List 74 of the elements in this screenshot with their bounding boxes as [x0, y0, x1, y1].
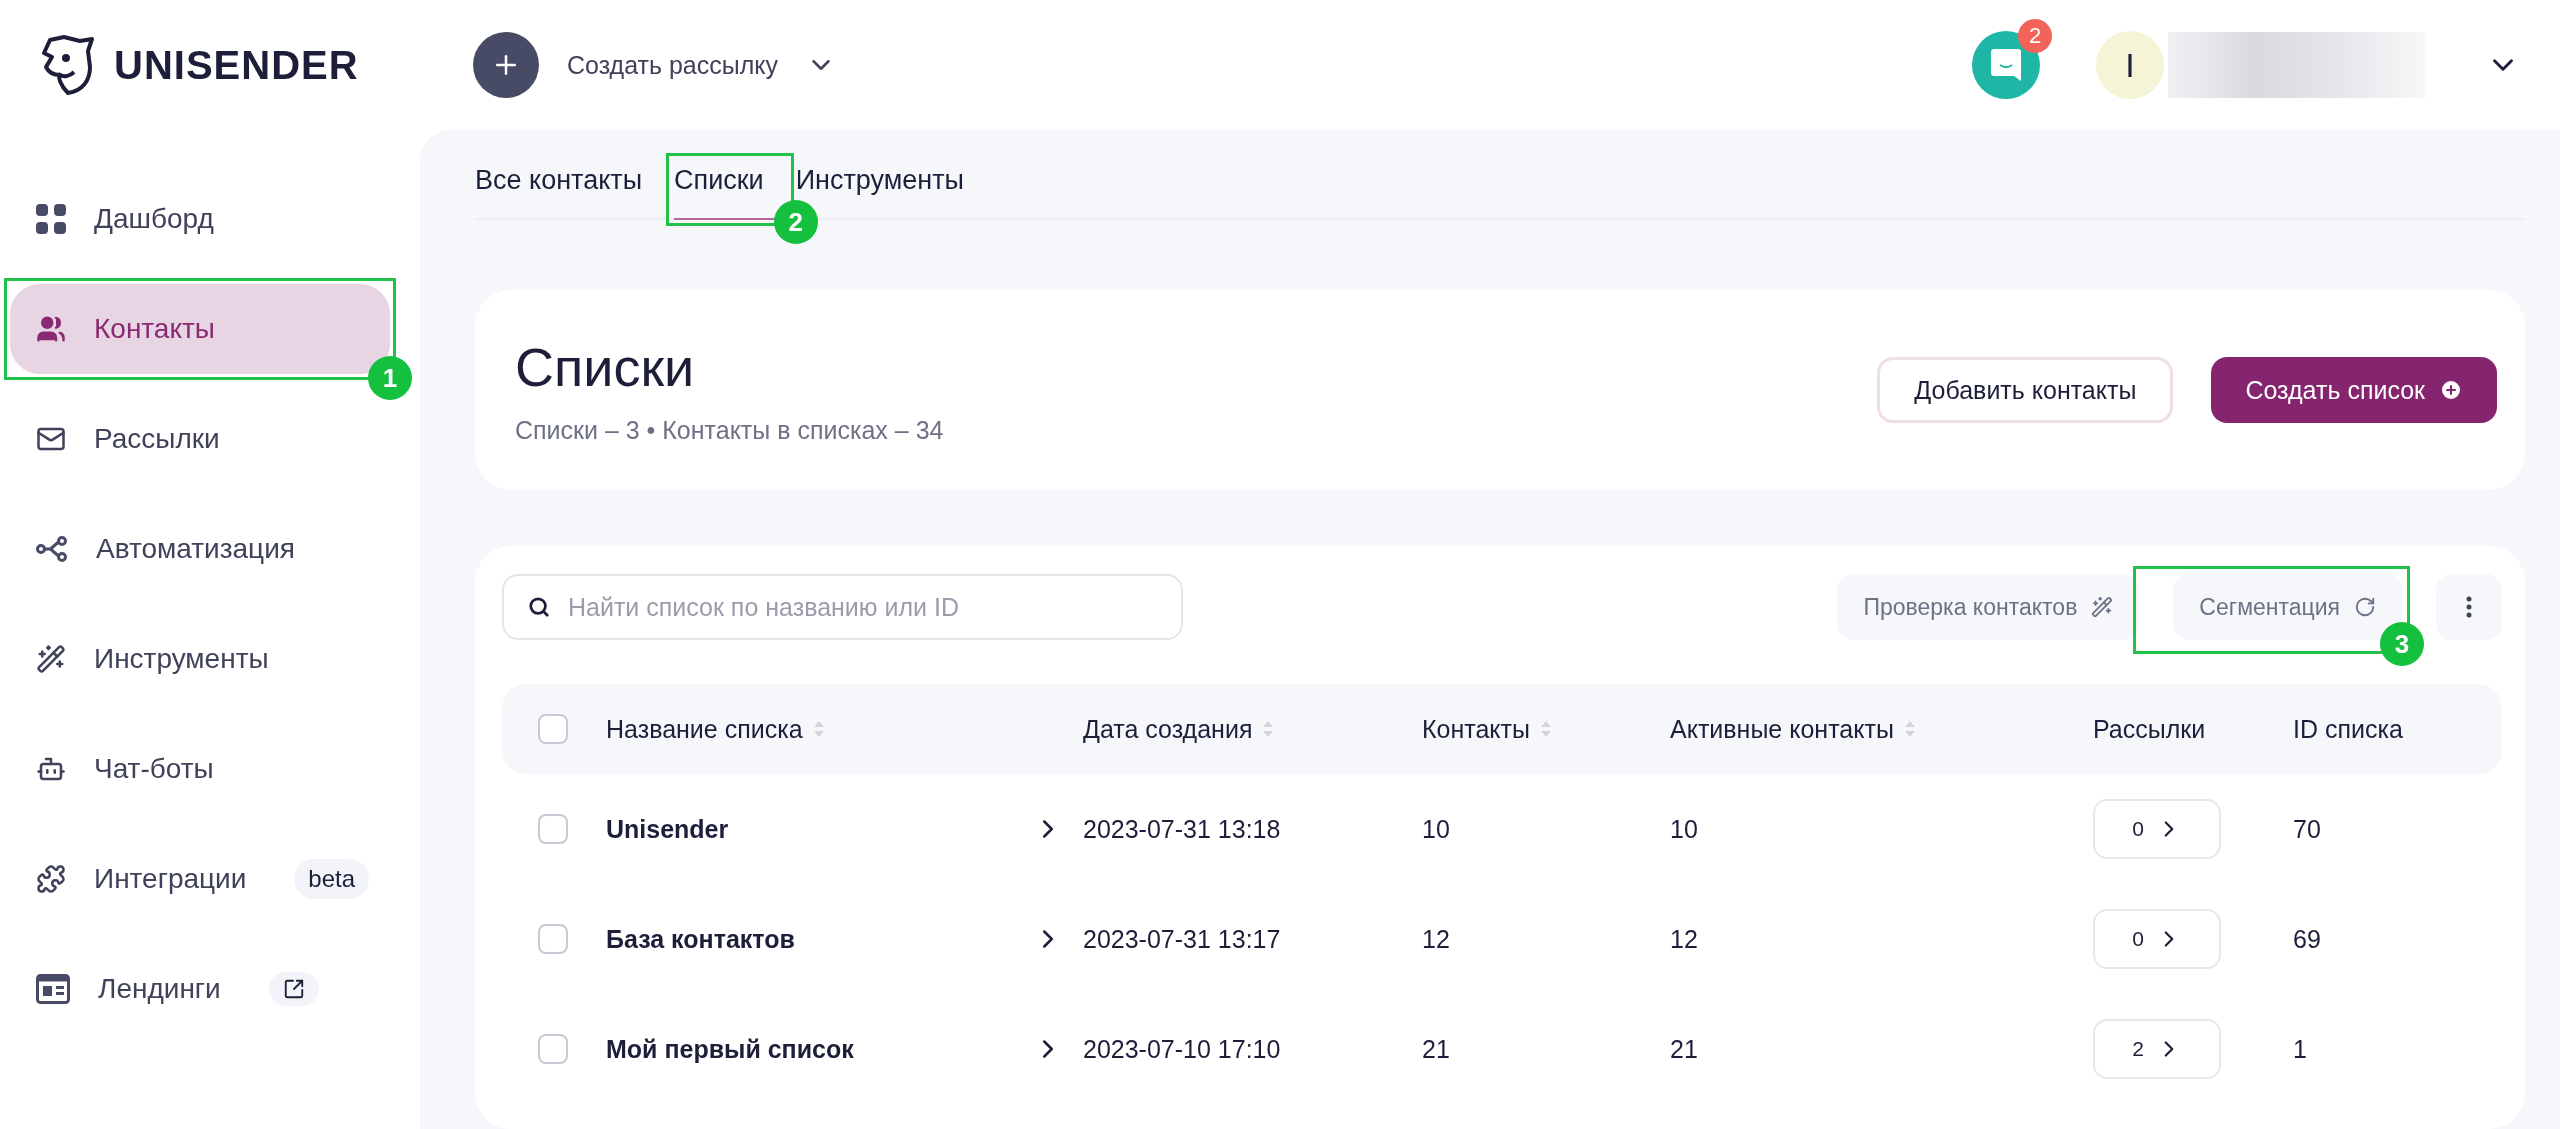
table-cell: 21 — [1670, 1034, 1698, 1064]
create-list-button[interactable]: Создать список — [2211, 357, 2497, 423]
tab[interactable]: Все контакты — [475, 165, 665, 220]
sidebar-label: Автоматизация — [96, 533, 295, 565]
list-name[interactable]: Unisender — [606, 814, 729, 844]
column-header: Название списка — [606, 714, 803, 744]
magic-wand-icon — [2091, 596, 2114, 618]
table-cell: 2023-07-31 13:18 — [1083, 814, 1281, 844]
table-cell: 1 — [2293, 1034, 2307, 1064]
list-name[interactable]: База контактов — [606, 924, 795, 954]
puzzle-icon — [36, 864, 66, 894]
magic-wand-icon — [36, 644, 66, 674]
beta-tag: beta — [294, 859, 370, 899]
table-cell: 2023-07-10 17:10 — [1083, 1034, 1281, 1064]
table-cell: 69 — [2293, 924, 2321, 954]
sidebar-item[interactable]: Инструменты — [10, 614, 390, 704]
sidebar-label: Рассылки — [94, 423, 220, 455]
mailings-button[interactable]: 2 — [2093, 1019, 2221, 1079]
user-avatar[interactable]: I — [2096, 31, 2164, 99]
sidebar-item[interactable]: Дашборд — [10, 174, 390, 264]
people-icon — [36, 314, 66, 344]
sidebar-item[interactable]: Интеграции beta — [10, 834, 390, 924]
chat-icon — [1991, 49, 2021, 81]
add-contacts-button[interactable]: Добавить контакты — [1877, 357, 2174, 423]
layout-icon — [36, 974, 70, 1004]
step-badge: 1 — [368, 356, 412, 400]
sort-icon — [812, 719, 825, 739]
column-header: Рассылки — [2093, 714, 2206, 744]
row-checkbox[interactable] — [538, 924, 568, 954]
table-cell: 12 — [1422, 924, 1450, 954]
plus-circle-icon — [2439, 378, 2463, 402]
table-cell: 21 — [1422, 1034, 1450, 1064]
brand-name: UNISENDER — [114, 42, 359, 88]
column-header: Контакты — [1422, 714, 1530, 744]
row-checkbox[interactable] — [538, 1034, 568, 1064]
sidebar-label: Чат-боты — [94, 753, 214, 785]
row-checkbox[interactable] — [538, 814, 568, 844]
step-badge: 3 — [2380, 622, 2424, 666]
sidebar-item[interactable]: Автоматизация — [10, 504, 390, 594]
sort-icon — [1540, 719, 1552, 739]
sidebar-label: Интеграции — [94, 863, 247, 895]
step-badge: 2 — [773, 200, 818, 244]
column-header: ID списка — [2293, 714, 2403, 744]
select-all-checkbox[interactable] — [538, 714, 568, 744]
table-cell: 70 — [2293, 814, 2321, 844]
table-cell: 2023-07-31 13:17 — [1083, 924, 1281, 954]
create-campaign-button[interactable]: Создать рассылку — [473, 32, 837, 98]
toolbar-button[interactable]: Проверка контактов — [1837, 574, 2140, 640]
column-header: Дата создания — [1083, 714, 1253, 744]
more-icon — [2466, 596, 2472, 618]
sidebar-label: Лендинги — [98, 973, 221, 1005]
mailings-button[interactable]: 0 — [2093, 909, 2221, 969]
table-cell: 10 — [1422, 814, 1450, 844]
sidebar-label: Инструменты — [94, 643, 269, 675]
sort-icon — [1903, 719, 1916, 739]
page-title: Списки — [515, 335, 696, 398]
dashboard-icon — [36, 204, 66, 234]
sidebar-item[interactable]: Лендинги — [10, 944, 390, 1034]
refresh-icon — [2354, 596, 2376, 618]
table-cell: 10 — [1670, 814, 1698, 844]
summary-text: Списки – 3 • Контакты в списках – 34 — [515, 415, 944, 445]
sidebar-item[interactable]: Чат-боты — [10, 724, 390, 814]
mailings-button[interactable]: 0 — [2093, 799, 2221, 859]
sidebar-label: Дашборд — [94, 203, 214, 235]
search-icon — [528, 596, 550, 618]
notification-count: 2 — [2018, 19, 2052, 53]
nodes-icon — [36, 536, 68, 562]
list-name[interactable]: Мой первый список — [606, 1034, 854, 1064]
sort-icon — [1262, 719, 1275, 739]
column-header: Активные контакты — [1670, 714, 1894, 744]
search-field[interactable]: Найти список по названию или ID — [502, 574, 1183, 640]
sidebar-label: Контакты — [94, 313, 215, 345]
external-link-icon[interactable] — [268, 972, 319, 1006]
table-cell: 12 — [1670, 924, 1698, 954]
